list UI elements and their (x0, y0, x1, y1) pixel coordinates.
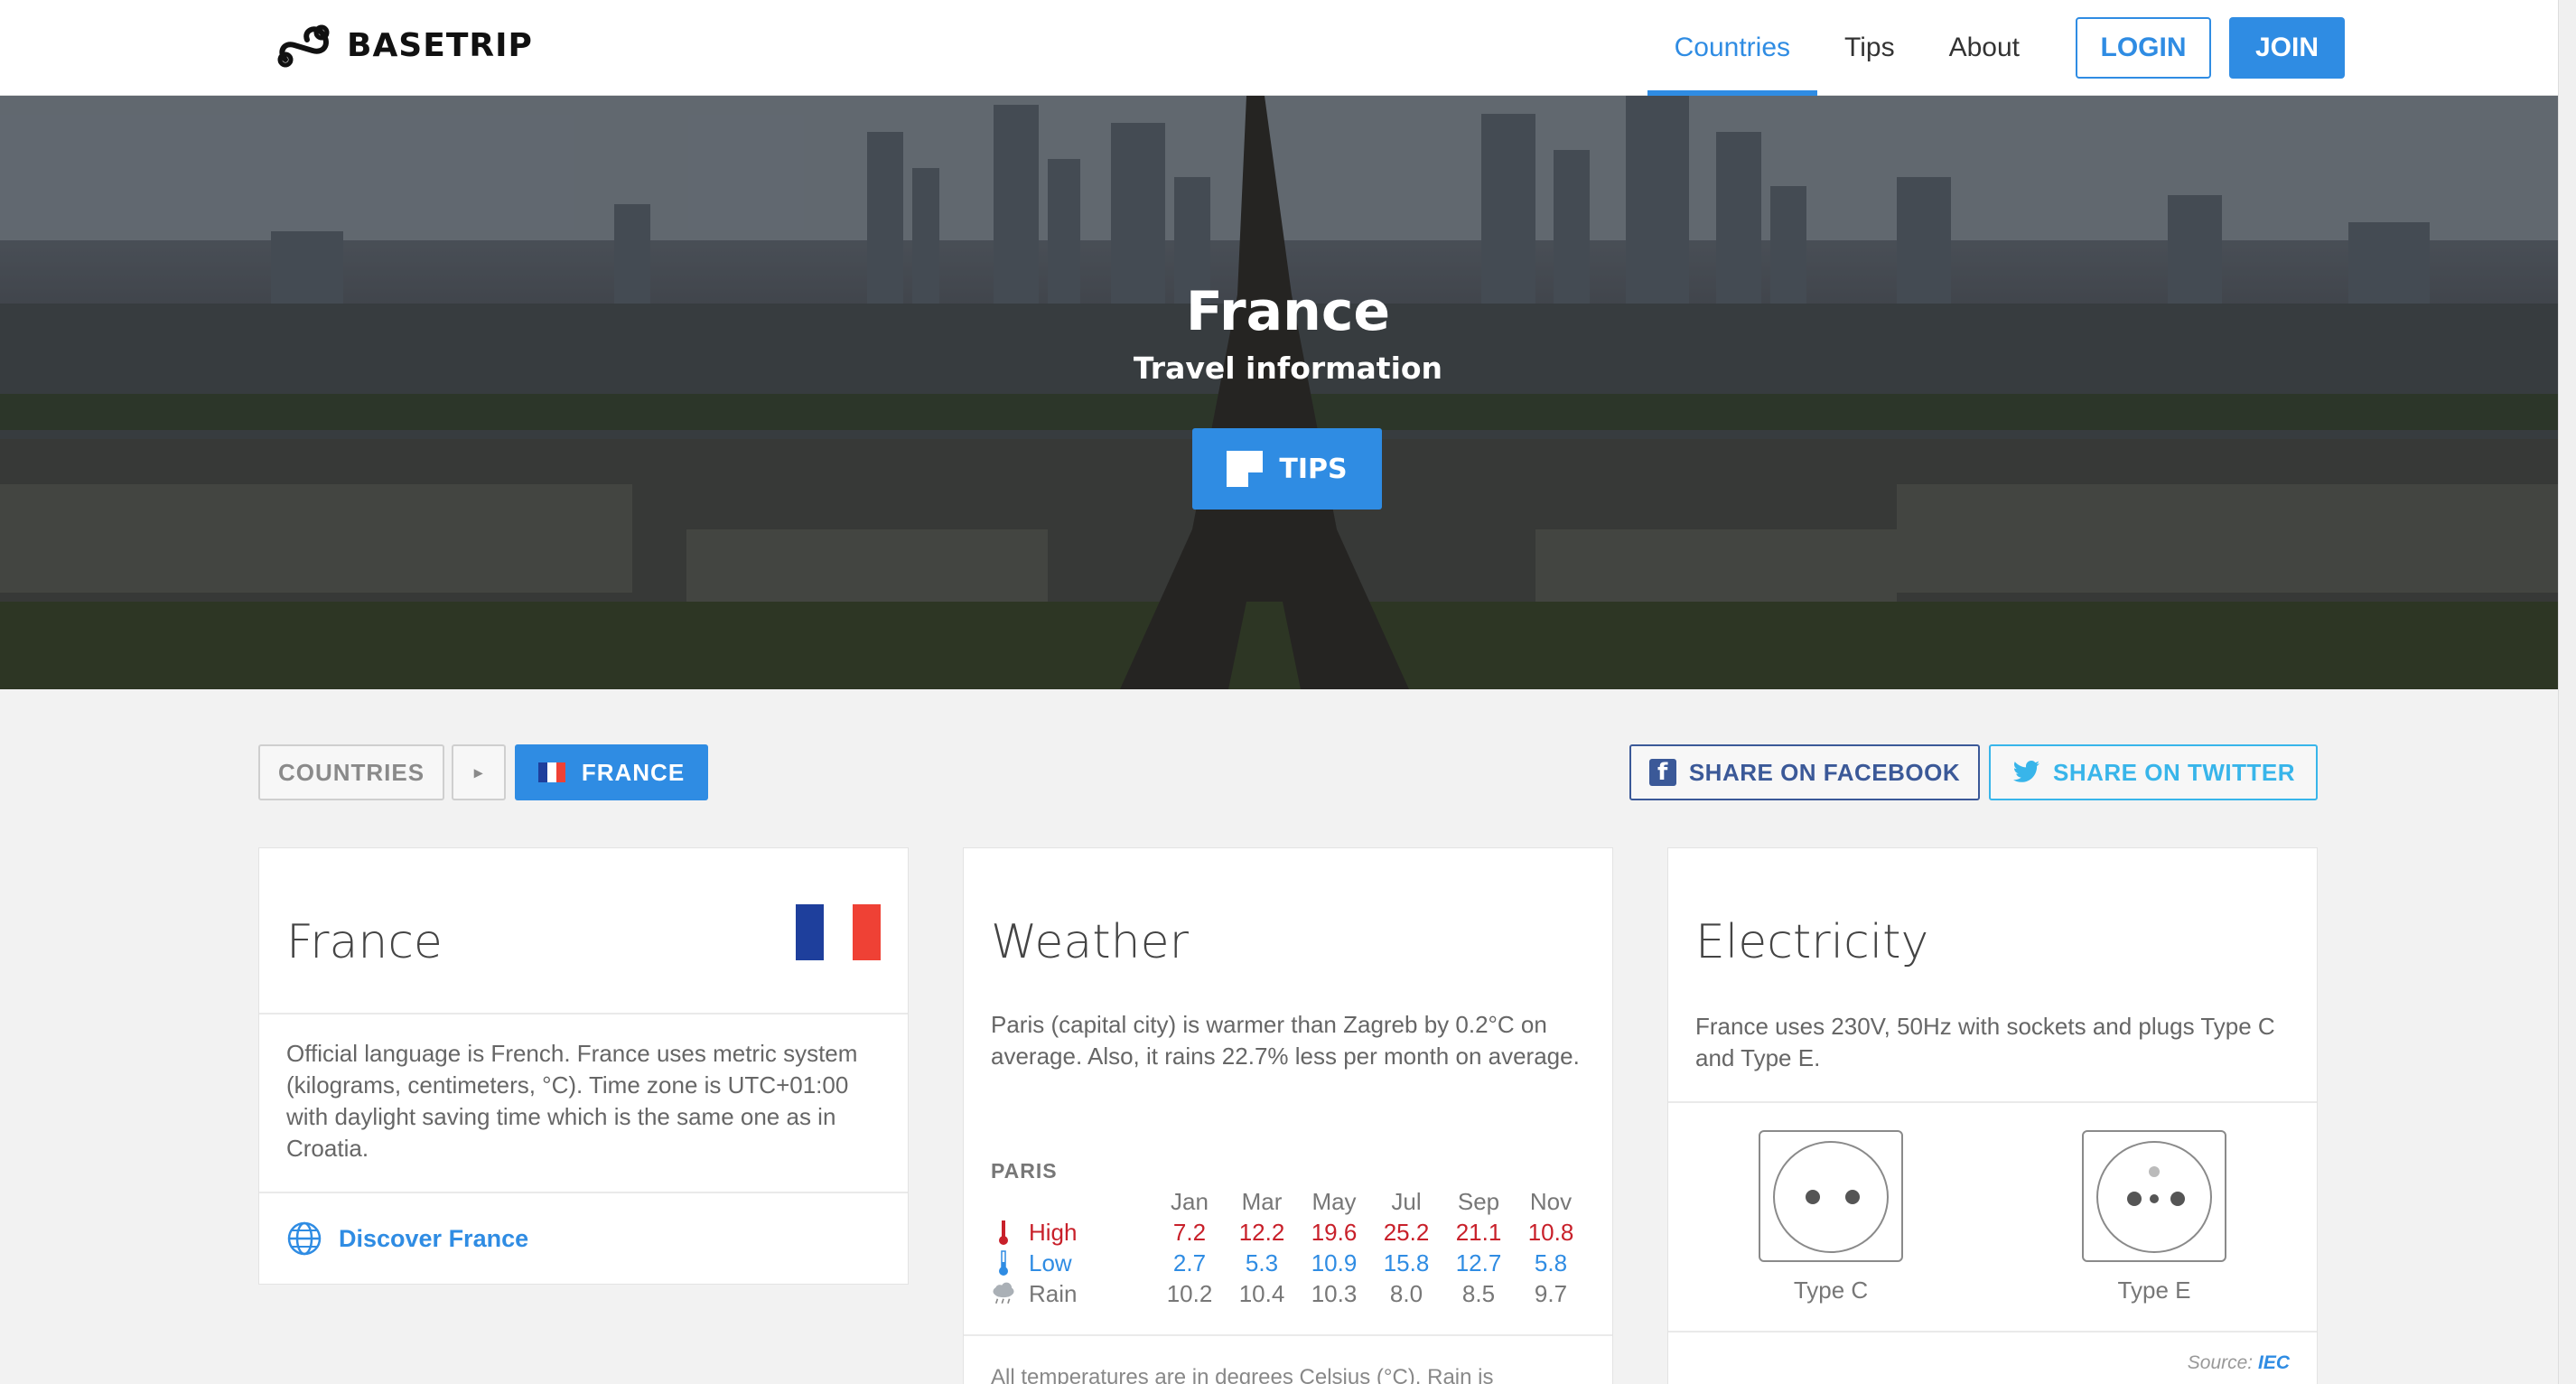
card-divider (1668, 1101, 2317, 1103)
card-divider (259, 1192, 908, 1193)
breadcrumb-france-label: FRANCE (581, 758, 686, 786)
source-link[interactable]: IEC (2258, 1352, 2290, 1373)
share-twitter-button[interactable]: SHARE ON TWITTER (1989, 744, 2318, 800)
source-note: Source: IEC (2188, 1352, 2290, 1374)
discover-france-link[interactable]: Discover France (286, 1220, 528, 1257)
breadcrumb-separator-icon: ▸ (452, 744, 506, 800)
weather-high-row: High 7.2 12.2 19.6 25.2 21.1 10.8 (991, 1217, 1587, 1248)
socket-type-c-icon (1759, 1130, 1903, 1262)
high-cell: 7.2 (1172, 1218, 1207, 1246)
share-twitter-label: SHARE ON TWITTER (2053, 758, 2295, 786)
thermometer-low-icon (991, 1249, 1016, 1276)
rain-cell: 10.2 (1166, 1279, 1213, 1307)
top-navbar: BASETRIP Countries Tips About LOGIN JOIN (0, 0, 2576, 96)
breadcrumb-france[interactable]: FRANCE (515, 744, 708, 800)
country-description: Official language is French. France uses… (286, 1040, 858, 1162)
country-info-card: France Official language is French. Fran… (258, 847, 909, 1285)
low-cell: 10.9 (1311, 1248, 1358, 1276)
weather-description: Paris (capital city) is warmer than Zagr… (991, 1011, 1580, 1070)
country-card-title: France (286, 915, 443, 969)
tips-button[interactable]: TIPS (1192, 428, 1382, 510)
source-label: Source: (2187, 1352, 2254, 1373)
socket-type-e-icon (2082, 1130, 2226, 1262)
weather-low-row: Low 2.7 5.3 10.9 15.8 12.7 5.8 (991, 1248, 1587, 1278)
globe-icon (287, 1221, 322, 1256)
hero-title: France (1185, 280, 1391, 343)
month-cell: Jul (1391, 1187, 1422, 1215)
high-cell: 10.8 (1527, 1218, 1574, 1246)
weather-header-row: Jan Mar May Jul Sep Nov (991, 1186, 1587, 1217)
card-divider (259, 1013, 908, 1015)
basetrip-logo[interactable]: BASETRIP (276, 20, 533, 70)
brand-name: BASETRIP (347, 26, 533, 64)
electricity-card-title: Electricity (1695, 915, 1929, 969)
twitter-icon (2012, 761, 2039, 782)
facebook-icon: f (1648, 759, 1676, 786)
month-cell: Mar (1241, 1187, 1283, 1215)
weather-city: PARIS (991, 1159, 1058, 1183)
high-cell: 19.6 (1311, 1218, 1358, 1246)
share-facebook-label: SHARE ON FACEBOOK (1688, 758, 1961, 786)
weather-table: Jan Mar May Jul Sep Nov High 7.2 12.2 19… (991, 1186, 1587, 1309)
low-cell: 12.7 (1455, 1248, 1502, 1276)
weather-rain-row: Rain 10.2 10.4 10.3 8.0 8.5 9.7 (991, 1278, 1587, 1309)
rain-cell: 9.7 (1534, 1279, 1568, 1307)
low-cell: 5.3 (1245, 1248, 1279, 1276)
rain-label: Rain (1029, 1279, 1078, 1307)
breadcrumb-countries[interactable]: COUNTRIES (258, 744, 444, 800)
discover-france-label: Discover France (339, 1224, 529, 1252)
month-cell: Sep (1457, 1187, 1500, 1215)
month-cell: May (1311, 1187, 1357, 1215)
france-flag-icon (796, 904, 881, 960)
electricity-description: France uses 230V, 50Hz with sockets and … (1695, 1013, 2275, 1071)
month-cell: Nov (1529, 1187, 1573, 1215)
rain-cell: 10.4 (1238, 1279, 1285, 1307)
login-button[interactable]: LOGIN (2076, 17, 2211, 79)
electricity-card: Electricity France uses 230V, 50Hz with … (1667, 847, 2318, 1384)
basetrip-logo-icon (277, 24, 330, 68)
low-cell: 2.7 (1172, 1248, 1207, 1276)
join-button[interactable]: JOIN (2229, 17, 2345, 79)
month-cell: Jan (1171, 1187, 1209, 1215)
high-cell: 21.1 (1455, 1218, 1502, 1246)
tips-button-label: TIPS (1279, 453, 1348, 485)
weather-card: Weather Paris (capital city) is warmer t… (963, 847, 1613, 1384)
card-divider (964, 1334, 1612, 1336)
nav-countries[interactable]: Countries (1647, 0, 1818, 96)
thermometer-high-icon (991, 1219, 1016, 1246)
low-cell: 5.8 (1534, 1248, 1568, 1276)
nav-tips[interactable]: Tips (1844, 0, 1895, 96)
hero-banner: France Travel information TIPS (0, 96, 2576, 689)
nav-about[interactable]: About (1949, 0, 2020, 96)
rain-cell: 10.3 (1311, 1279, 1358, 1307)
high-cell: 25.2 (1383, 1218, 1430, 1246)
high-cell: 12.2 (1238, 1218, 1285, 1246)
rain-cell: 8.0 (1389, 1279, 1423, 1307)
note-icon (1227, 451, 1264, 487)
socket-type-e-label: Type E (2117, 1276, 2191, 1304)
rain-cell: 8.5 (1461, 1279, 1496, 1307)
share-facebook-button[interactable]: f SHARE ON FACEBOOK (1629, 744, 1980, 800)
hero-overlay (0, 96, 2576, 689)
high-label: High (1029, 1218, 1078, 1246)
page-scrollbar[interactable] (2558, 0, 2576, 1384)
low-cell: 15.8 (1383, 1248, 1430, 1276)
weather-footnote: All temperatures are in degrees Celsius … (991, 1365, 1494, 1384)
low-label: Low (1029, 1248, 1072, 1276)
main-nav: Countries Tips About LOGIN JOIN (1620, 0, 2345, 96)
rain-cloud-icon (991, 1280, 1016, 1307)
weather-card-title: Weather (991, 915, 1189, 969)
france-flag-icon (537, 762, 565, 782)
card-divider (1668, 1331, 2317, 1333)
socket-type-c-label: Type C (1793, 1276, 1869, 1304)
hero-subtitle: Travel information (1133, 351, 1443, 386)
